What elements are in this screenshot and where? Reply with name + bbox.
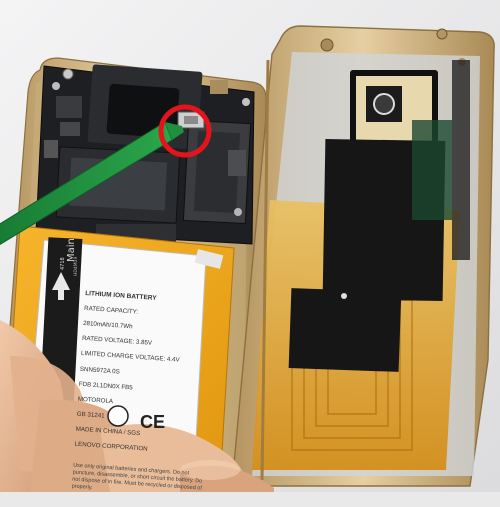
battery-line: MOTOROLA [77,395,114,406]
battery-line: RATED CAPACITY: [83,304,139,316]
battery-line: SNN5972A 0S [79,365,120,376]
battery-line: LIMITED CHARGE VOLTAGE: 4.4V [80,350,180,365]
battery-line: RATED VOLTAGE: 3.85V [81,335,153,347]
battery-label-text: LITHIUM ION BATTERY RATED CAPACITY: 2810… [71,282,216,507]
flex-cable-serial: HD4M19 [74,256,79,276]
back-housing [231,25,495,487]
battery-line: GB 31241 [76,410,105,420]
battery-heading: LITHIUM ION BATTERY [84,289,157,302]
battery-warning: Use only original batteries and chargers… [71,462,203,492]
battery-line: FDB 2L1DN0X FB5 [78,380,133,392]
battery-line: MADE IN CHINA / SGS [75,425,141,438]
battery-line: LENOVO CORPORATION [74,441,148,454]
battery-line: 2810mAh/10.7Wh [82,319,133,331]
flex-cable-code: 4718 [60,257,66,270]
